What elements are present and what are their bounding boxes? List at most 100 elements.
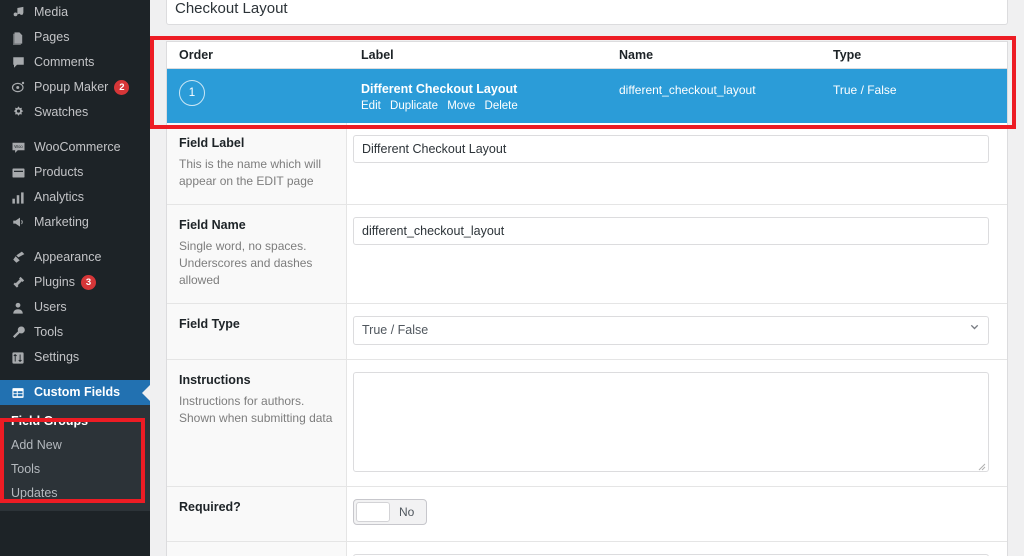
setting-label: Required?: [179, 499, 241, 514]
setting-label-cell: Instructions Instructions for authors. S…: [167, 359, 347, 486]
submenu-item-updates[interactable]: Updates: [0, 481, 150, 505]
sidebar-badge-popup-maker: 2: [114, 80, 130, 95]
popup-maker-icon: [9, 79, 27, 97]
swatches-icon: [9, 104, 27, 122]
setting-description: This is the name which will appear on th…: [179, 156, 322, 188]
column-header-type: Type: [833, 47, 862, 62]
setting-row-instructions: Instructions Instructions for authors. S…: [167, 358, 1007, 486]
sidebar-item-marketing[interactable]: Marketing: [0, 210, 150, 235]
row-action-move[interactable]: Move: [447, 100, 475, 112]
post-title-area: [150, 0, 1024, 25]
field-row-title[interactable]: Different Checkout Layout: [361, 81, 607, 97]
sidebar-item-woocommerce[interactable]: Woo WooCommerce: [0, 135, 150, 160]
field-label-input[interactable]: [353, 134, 989, 163]
field-type-select-wrap: [353, 315, 989, 345]
sidebar-item-comments[interactable]: Comments: [0, 50, 150, 75]
setting-field-cell: [347, 205, 1007, 303]
sidebar-item-label: Popup Maker: [34, 80, 109, 94]
comments-icon: [9, 54, 27, 72]
sidebar-item-label: WooCommerce: [34, 140, 121, 154]
sidebar-item-label: Products: [34, 165, 84, 179]
tools-icon: [9, 324, 27, 342]
sidebar-item-label: Tools: [34, 325, 64, 339]
required-toggle[interactable]: No: [353, 498, 428, 525]
field-type-select[interactable]: [353, 315, 989, 345]
setting-label-cell: Field Type: [167, 303, 347, 359]
field-label-cell: Different Checkout Layout Edit Duplicate…: [349, 69, 607, 113]
setting-field-cell: No: [347, 487, 1007, 541]
toggle-knob: [356, 501, 390, 522]
column-header-label: Label: [361, 47, 394, 62]
field-name-input[interactable]: [353, 216, 989, 245]
row-action-edit[interactable]: Edit: [361, 100, 381, 112]
sidebar-item-users[interactable]: Users: [0, 295, 150, 320]
settings-icon: [9, 349, 27, 367]
submenu-item-field-groups[interactable]: Field Groups: [0, 409, 150, 433]
setting-field-cell: [347, 360, 1007, 486]
setting-label: Field Type: [179, 316, 240, 331]
custom-fields-icon: [9, 384, 27, 402]
sidebar-item-pages[interactable]: Pages: [0, 25, 150, 50]
setting-description: Single word, no spaces. Underscores and …: [179, 238, 313, 287]
sidebar-item-products[interactable]: Products: [0, 160, 150, 185]
setting-label-cell: Field Name Single word, no spaces. Under…: [167, 204, 347, 303]
instructions-textarea[interactable]: [353, 371, 989, 472]
row-action-delete[interactable]: Delete: [485, 100, 518, 112]
current-menu-arrow-icon: [142, 384, 150, 401]
field-order-cell: 1: [167, 69, 349, 106]
table-row[interactable]: 1 Different Checkout Layout Edit Duplica…: [167, 68, 1007, 123]
sidebar-item-label: Marketing: [34, 215, 89, 229]
sidebar-item-label: Swatches: [34, 105, 89, 119]
field-type-cell: True / False: [833, 82, 897, 97]
sidebar-item-label: Custom Fields: [34, 385, 121, 399]
table-header-row: Order Label Name Type: [167, 41, 1007, 69]
sidebar-item-label: Comments: [34, 55, 95, 69]
sidebar-item-settings[interactable]: Settings: [0, 345, 150, 370]
submenu-item-tools[interactable]: Tools: [0, 457, 150, 481]
setting-label-cell: Required?: [167, 486, 347, 541]
submenu-item-add-new[interactable]: Add New: [0, 433, 150, 457]
field-settings-panel: Field Label This is the name which will …: [166, 122, 1008, 556]
column-header-name: Name: [619, 47, 654, 62]
toggle-state-label: No: [399, 504, 415, 519]
instructions-textarea-wrap: [353, 371, 989, 472]
admin-sidebar: Media Pages Comments Popup Maker 2 Swatc…: [0, 0, 150, 556]
marketing-icon: [9, 214, 27, 232]
setting-label-cell: Message Displays text alongside the: [167, 541, 347, 556]
media-icon: [9, 4, 27, 22]
field-order-number[interactable]: 1: [179, 79, 205, 106]
setting-row-message: Message Displays text alongside the: [167, 540, 1007, 556]
setting-label: Field Label: [179, 135, 245, 150]
products-icon: [9, 164, 27, 182]
setting-row-field-label: Field Label This is the name which will …: [167, 122, 1007, 204]
column-header-order: Order: [179, 47, 214, 62]
sidebar-item-label: Media: [34, 5, 69, 19]
setting-label-cell: Field Label This is the name which will …: [167, 122, 347, 204]
sidebar-item-label: Analytics: [34, 190, 85, 204]
sidebar-item-label: Settings: [34, 350, 80, 364]
sidebar-item-analytics[interactable]: Analytics: [0, 185, 150, 210]
row-action-duplicate[interactable]: Duplicate: [390, 100, 438, 112]
appearance-icon: [9, 249, 27, 267]
field-row-actions: Edit Duplicate Move Delete: [361, 99, 607, 113]
setting-row-required: Required? No: [167, 485, 1007, 541]
sidebar-item-label: Users: [34, 300, 67, 314]
woocommerce-icon: Woo: [9, 139, 27, 157]
sidebar-item-plugins[interactable]: Plugins 3: [0, 270, 150, 295]
sidebar-item-custom-fields[interactable]: Custom Fields: [0, 380, 150, 405]
field-list-table: Order Label Name Type 1 Different Checko…: [166, 40, 1008, 123]
sidebar-item-media[interactable]: Media: [0, 0, 150, 25]
svg-text:Woo: Woo: [14, 144, 23, 149]
setting-field-cell: [347, 542, 1007, 556]
setting-description: Instructions for authors. Shown when sub…: [179, 393, 333, 425]
sidebar-item-swatches[interactable]: Swatches: [0, 100, 150, 125]
post-title-input[interactable]: [166, 0, 1008, 25]
users-icon: [9, 299, 27, 317]
sidebar-item-popup-maker[interactable]: Popup Maker 2: [0, 75, 150, 100]
sidebar-item-appearance[interactable]: Appearance: [0, 245, 150, 270]
sidebar-item-tools[interactable]: Tools: [0, 320, 150, 345]
main-content: Order Label Name Type 1 Different Checko…: [150, 0, 1024, 556]
setting-field-cell: [347, 304, 1007, 359]
plugins-icon: [9, 274, 27, 292]
sidebar-item-label: Plugins: [34, 275, 75, 289]
